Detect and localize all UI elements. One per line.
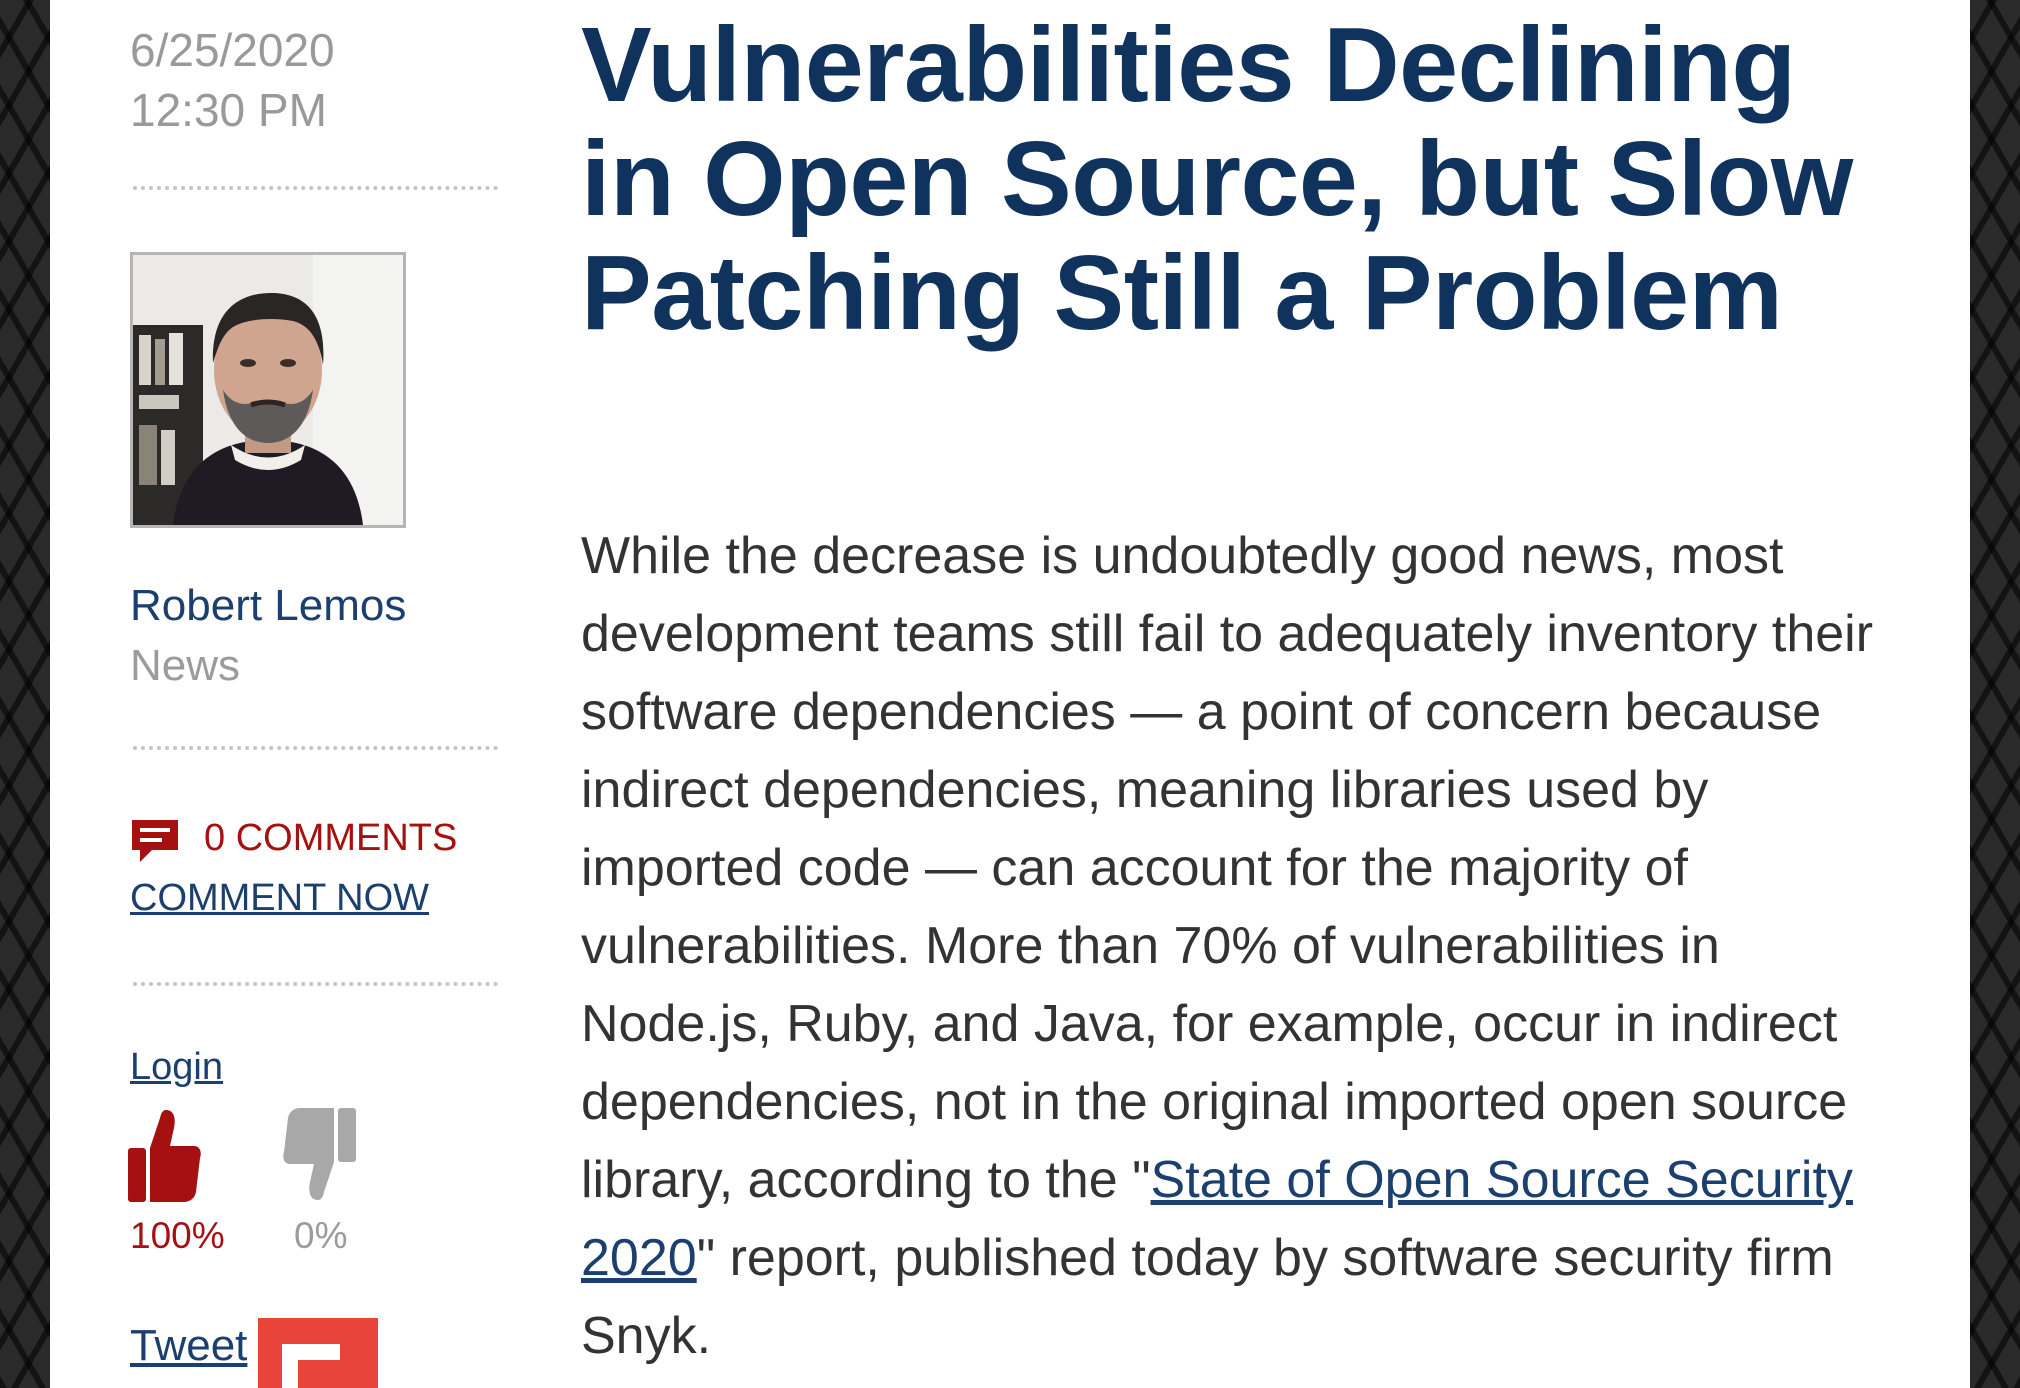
article-date: 6/25/2020	[130, 24, 335, 76]
thumbs-up-icon[interactable]	[126, 1108, 202, 1204]
divider	[133, 186, 498, 190]
article-title: Vulnerabilities Declining in Open Source…	[581, 6, 1853, 352]
thumbs-up-percent: 100%	[130, 1215, 225, 1256]
article-body-text-end: " report, published today by software se…	[581, 1229, 1834, 1365]
login-link[interactable]: Login	[130, 1044, 223, 1090]
author-role: News	[130, 641, 241, 690]
author-avatar	[130, 252, 406, 528]
divider	[133, 746, 498, 750]
thumbs-down-icon[interactable]	[282, 1106, 358, 1202]
article-datetime: 6/25/2020 12:30 PM	[130, 20, 335, 140]
tweet-link[interactable]: Tweet	[130, 1320, 247, 1372]
comments-count[interactable]: 0 COMMENTS	[204, 816, 457, 860]
share-icon[interactable]	[258, 1318, 378, 1388]
article-body-text: While the decrease is undoubtedly good n…	[581, 527, 1874, 1209]
thumbs-down-percent: 0%	[294, 1215, 348, 1256]
article-panel: 6/25/2020 12:30 PM Robert Lemos News 0 C…	[50, 0, 1970, 1388]
author-photo	[133, 255, 403, 525]
comment-icon	[132, 820, 178, 862]
divider	[133, 982, 498, 986]
comments-row[interactable]: 0 COMMENTS	[130, 810, 457, 866]
article-body: While the decrease is undoubtedly good n…	[581, 517, 1921, 1375]
article-time: 12:30 PM	[130, 84, 327, 136]
comment-now-link[interactable]: COMMENT NOW	[130, 876, 429, 920]
author-name[interactable]: Robert Lemos	[130, 578, 406, 634]
